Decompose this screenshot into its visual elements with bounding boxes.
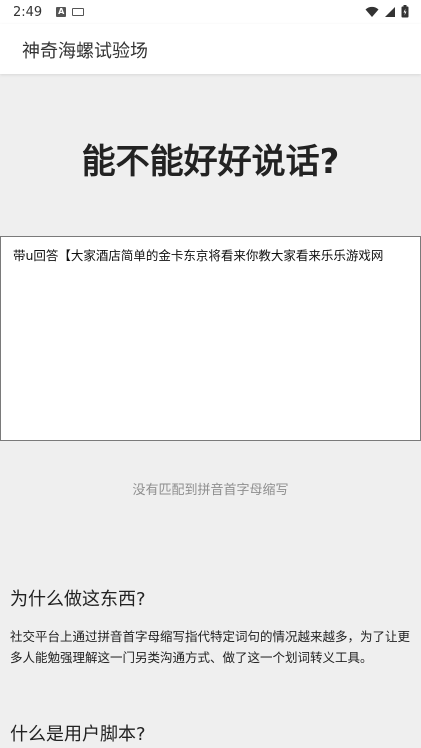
app-bar: 神奇海螺试验场 bbox=[0, 24, 421, 74]
cellular-signal-icon bbox=[385, 6, 395, 17]
wifi-icon bbox=[365, 6, 379, 17]
text-input-area[interactable]: 带u回答【大家酒店简单的金卡东京将看来你教大家看来乐乐游戏网 bbox=[0, 236, 421, 441]
app-title: 神奇海螺试验场 bbox=[22, 41, 148, 62]
section-heading-why: 为什么做这东西? bbox=[10, 589, 146, 610]
result-message: 没有匹配到拼音首字母缩写 bbox=[132, 483, 289, 498]
hero-title: 能不能好好说话? bbox=[81, 142, 340, 182]
status-bar: 2:49 A bbox=[0, 0, 421, 24]
status-icons-right bbox=[365, 5, 409, 18]
section-body-why: 社交平台上通过拼音首字母缩写指代特定词句的情况越来越多，为了让更多人能勉强理解这… bbox=[10, 629, 411, 665]
keyboard-icon bbox=[72, 8, 85, 16]
battery-icon bbox=[401, 5, 409, 18]
status-time: 2:49 bbox=[13, 4, 43, 20]
notification-a-icon: A bbox=[56, 7, 67, 17]
section-heading-userscript: 什么是用户脚本? bbox=[10, 724, 146, 745]
